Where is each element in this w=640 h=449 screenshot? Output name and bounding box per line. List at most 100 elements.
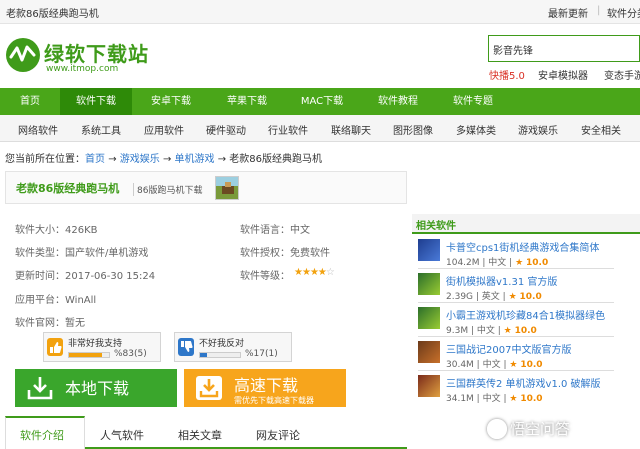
related-item-icon[interactable] [418, 307, 440, 329]
fast-download-sublabel: 需优先下载高速下载器 [234, 396, 314, 405]
related-item-meta: 30.4M | 中文 | ★ 10.0 [446, 360, 543, 370]
related-item-name[interactable]: 小霸王游戏机珍藏84合1模拟器绿色 [446, 307, 605, 322]
fast-download-button[interactable]: 高速下载 需优先下载高速下载器 [184, 369, 346, 407]
info-type: 软件类型：国产软件/单机游戏 [15, 248, 149, 259]
subnav-drivers[interactable]: 硬件驱动 [206, 122, 246, 137]
hot-link-kuaibo[interactable]: 快播5.0 [489, 67, 525, 82]
main-nav: 首页 软件下载 安卓下载 苹果下载 MAC下载 软件教程 软件专题 [0, 88, 640, 115]
subnav-network[interactable]: 网络软件 [18, 122, 58, 137]
subnav-applications[interactable]: 应用软件 [144, 122, 184, 137]
logo-icon[interactable] [6, 38, 40, 72]
subnav-security[interactable]: 安全相关 [581, 122, 621, 137]
breadcrumb-prefix: 您当前所在位置： [5, 154, 85, 165]
watermark-text: 悟空问答 [510, 420, 571, 438]
star-filled-icon: ★ [317, 267, 327, 278]
related-item-icon[interactable] [418, 273, 440, 295]
star-empty-icon: ☆ [325, 267, 335, 278]
site-page-title: 老款86版经典跑马机 [6, 9, 99, 20]
star-filled-icon: ★ [301, 267, 311, 278]
related-divider [418, 268, 614, 269]
rating-stars: ★★★★☆ [294, 267, 335, 278]
top-bar: 老款86版经典跑马机 最新更新 | 软件分类 [0, 0, 640, 24]
hot-link-modded-games[interactable]: 变态手游 [604, 67, 640, 82]
nav-apple-download[interactable]: 苹果下载 [212, 88, 282, 115]
info-license: 软件授权：免费软件 [240, 248, 330, 259]
nav-android-download[interactable]: 安卓下载 [136, 88, 206, 115]
vote-like-value: %83(5) [114, 349, 147, 359]
logo-text[interactable]: 绿软下载站 [44, 38, 149, 67]
local-download-button[interactable]: 本地下载 [15, 369, 177, 407]
related-item-meta: 34.1M | 中文 | ★ 10.0 [446, 394, 543, 404]
nav-software-tutorial[interactable]: 软件教程 [363, 88, 433, 115]
vote-dislike-value: %17(1) [245, 349, 278, 359]
subnav-games[interactable]: 游戏娱乐 [518, 122, 558, 137]
star-filled-icon: ★ [294, 267, 303, 278]
breadcrumb: 您当前所在位置：首页 → 游戏娱乐 → 单机游戏 → 老款86版经典跑马机 [5, 150, 322, 165]
breadcrumb-arrow: → [108, 154, 117, 165]
related-item-name[interactable]: 三国群英传2 单机游戏v1.0 破解版 [446, 375, 601, 390]
software-category-link[interactable]: 软件分类 [607, 5, 640, 20]
fast-download-label: 高速下载 [234, 376, 299, 395]
star-filled-icon: ★ [309, 267, 319, 278]
related-item-icon[interactable] [418, 239, 440, 261]
nav-software-download[interactable]: 软件下载 [60, 88, 132, 115]
breadcrumb-arrow: → [162, 154, 172, 165]
breadcrumb-home[interactable]: 首页 [85, 154, 105, 165]
related-item-icon[interactable] [418, 341, 440, 363]
info-rating-label: 软件等级： [240, 271, 290, 282]
page-title: 老款86版经典跑马机 [16, 182, 120, 195]
sub-nav: 网络软件 系统工具 应用软件 硬件驱动 行业软件 联络聊天 图形图像 多媒体类 … [0, 115, 640, 142]
tab-related-articles[interactable]: 相关文章 [178, 427, 222, 443]
latest-updates-link[interactable]: 最新更新 [548, 5, 588, 20]
info-language: 软件语言：中文 [240, 225, 310, 236]
related-title: 相关软件 [416, 221, 456, 232]
thumbs-down-icon [178, 338, 194, 356]
related-item-icon[interactable] [418, 375, 440, 397]
tab-software-intro[interactable]: 软件介绍 [20, 427, 64, 443]
related-divider [418, 370, 614, 371]
tab-user-comments[interactable]: 网友评论 [256, 427, 300, 443]
logo-url: www.itmop.com [46, 64, 119, 74]
topbar-divider: | [597, 5, 601, 16]
info-size: 软件大小：426KB [15, 225, 98, 236]
nav-home[interactable]: 首页 [0, 88, 60, 115]
vote-like-box[interactable]: 非常好我支持 %83(5) [43, 332, 161, 362]
related-item-name[interactable]: 三国战记2007中文版官方版 [446, 341, 571, 356]
breadcrumb-current: 老款86版经典跑马机 [229, 154, 323, 165]
hot-link-android-emulator[interactable]: 安卓模拟器 [538, 67, 588, 82]
search-input[interactable]: 影音先锋 [488, 35, 640, 62]
download-icon [27, 376, 53, 400]
related-item-meta: 104.2M | 中文 | ★ 10.0 [446, 258, 549, 268]
vote-like-bar [68, 352, 110, 358]
subnav-chat[interactable]: 联络聊天 [331, 122, 371, 137]
vote-dislike-box[interactable]: 不好我反对 %17(1) [174, 332, 292, 362]
info-updated: 更新时间：2017-06-30 15:24 [15, 271, 156, 282]
fast-download-icon [196, 376, 222, 400]
subnav-system-tools[interactable]: 系统工具 [81, 122, 121, 137]
vote-dislike-label: 不好我反对 [199, 339, 245, 349]
related-item-name[interactable]: 街机模拟器v1.31 官方版 [446, 273, 557, 288]
related-item-meta: 2.39G | 英文 | ★ 10.0 [446, 292, 542, 302]
subnav-graphics[interactable]: 图形图像 [393, 122, 433, 137]
related-divider [418, 302, 614, 303]
breadcrumb-games[interactable]: 游戏娱乐 [120, 154, 160, 165]
info-website: 软件官网：暂无 [15, 318, 85, 329]
vote-like-label: 非常好我支持 [68, 339, 123, 349]
vote-dislike-bar [199, 352, 241, 358]
info-platform: 应用平台：WinAll [15, 295, 97, 306]
breadcrumb-arrow: → [217, 154, 227, 165]
breadcrumb-single-player[interactable]: 单机游戏 [175, 154, 215, 165]
related-item-meta: 9.3M | 中文 | ★ 10.0 [446, 326, 537, 336]
nav-mac-download[interactable]: MAC下载 [287, 88, 357, 115]
tab-popular-software[interactable]: 人气软件 [100, 427, 144, 443]
related-divider [418, 336, 614, 337]
subnav-multimedia[interactable]: 多媒体类 [456, 122, 496, 137]
related-item-name[interactable]: 卡普空cps1街机经典游戏合集简体 [446, 239, 599, 254]
subnav-industry[interactable]: 行业软件 [268, 122, 308, 137]
nav-software-topics[interactable]: 软件专题 [438, 88, 508, 115]
local-download-label: 本地下载 [65, 379, 130, 398]
thumbs-up-icon [47, 338, 63, 356]
watermark-logo-icon [487, 419, 507, 439]
software-thumbnail[interactable] [215, 176, 239, 200]
title-tag[interactable]: 86版跑马机下载 [133, 183, 202, 196]
